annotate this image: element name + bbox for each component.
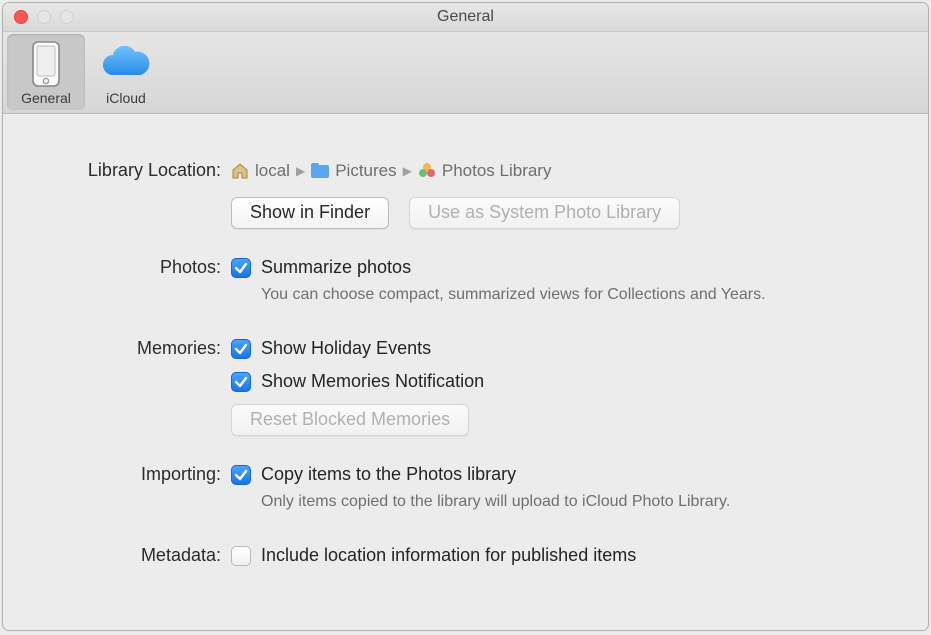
pictures-folder-icon xyxy=(311,162,329,180)
breadcrumb-segment: local xyxy=(255,161,290,181)
toolbar-tab-icloud[interactable]: iCloud xyxy=(87,34,165,110)
copy-to-library-help: Only items copied to the library will up… xyxy=(261,493,898,511)
icloud-icon xyxy=(87,38,165,90)
toolbar-tab-general[interactable]: General xyxy=(7,34,85,110)
toolbar-tab-label: General xyxy=(7,90,85,110)
include-location-label: Include location information for publish… xyxy=(261,545,636,566)
include-location-checkbox[interactable] xyxy=(231,546,251,566)
summarize-photos-help: You can choose compact, summarized views… xyxy=(261,286,898,304)
summarize-photos-checkbox[interactable] xyxy=(231,258,251,278)
show-memories-notification-label: Show Memories Notification xyxy=(261,371,484,392)
importing-section: Importing: Copy items to the Photos libr… xyxy=(33,464,898,517)
breadcrumb-segment: Pictures xyxy=(335,161,396,181)
photos-section: Photos: Summarize photos You can choose … xyxy=(33,257,898,310)
importing-label: Importing: xyxy=(33,464,231,485)
window-title: General xyxy=(3,8,928,26)
library-location-label: Library Location: xyxy=(33,160,231,181)
show-holiday-events-checkbox[interactable] xyxy=(231,339,251,359)
general-icon xyxy=(7,38,85,90)
close-window-button[interactable] xyxy=(14,10,28,24)
reset-blocked-memories-button[interactable]: Reset Blocked Memories xyxy=(231,404,469,436)
metadata-label: Metadata: xyxy=(33,545,231,566)
home-folder-icon xyxy=(231,162,249,180)
minimize-window-button[interactable] xyxy=(37,10,51,24)
window-controls xyxy=(3,10,74,24)
show-in-finder-button[interactable]: Show in Finder xyxy=(231,197,389,229)
toolbar-tab-label: iCloud xyxy=(87,90,165,110)
memories-label: Memories: xyxy=(33,338,231,359)
chevron-right-icon: ▶ xyxy=(403,164,412,178)
show-holiday-events-label: Show Holiday Events xyxy=(261,338,431,359)
chevron-right-icon: ▶ xyxy=(296,164,305,178)
preferences-toolbar: General iCloud xyxy=(3,32,928,114)
copy-to-library-checkbox[interactable] xyxy=(231,465,251,485)
content-area: Library Location: local ▶ Pictures ▶ xyxy=(3,114,928,592)
memories-section: Memories: Show Holiday Events Show Memor… xyxy=(33,338,898,436)
use-as-system-library-button[interactable]: Use as System Photo Library xyxy=(409,197,680,229)
library-location-path: local ▶ Pictures ▶ Photos Librar xyxy=(231,160,898,181)
metadata-section: Metadata: Include location information f… xyxy=(33,545,898,566)
preferences-window: General General xyxy=(2,2,929,631)
summarize-photos-label: Summarize photos xyxy=(261,257,411,278)
titlebar: General xyxy=(3,3,928,32)
photos-label: Photos: xyxy=(33,257,231,278)
show-memories-notification-checkbox[interactable] xyxy=(231,372,251,392)
photos-library-icon xyxy=(418,162,436,180)
library-location-section: Library Location: local ▶ Pictures ▶ xyxy=(33,160,898,229)
zoom-window-button[interactable] xyxy=(60,10,74,24)
breadcrumb-segment: Photos Library xyxy=(442,161,552,181)
copy-to-library-label: Copy items to the Photos library xyxy=(261,464,516,485)
